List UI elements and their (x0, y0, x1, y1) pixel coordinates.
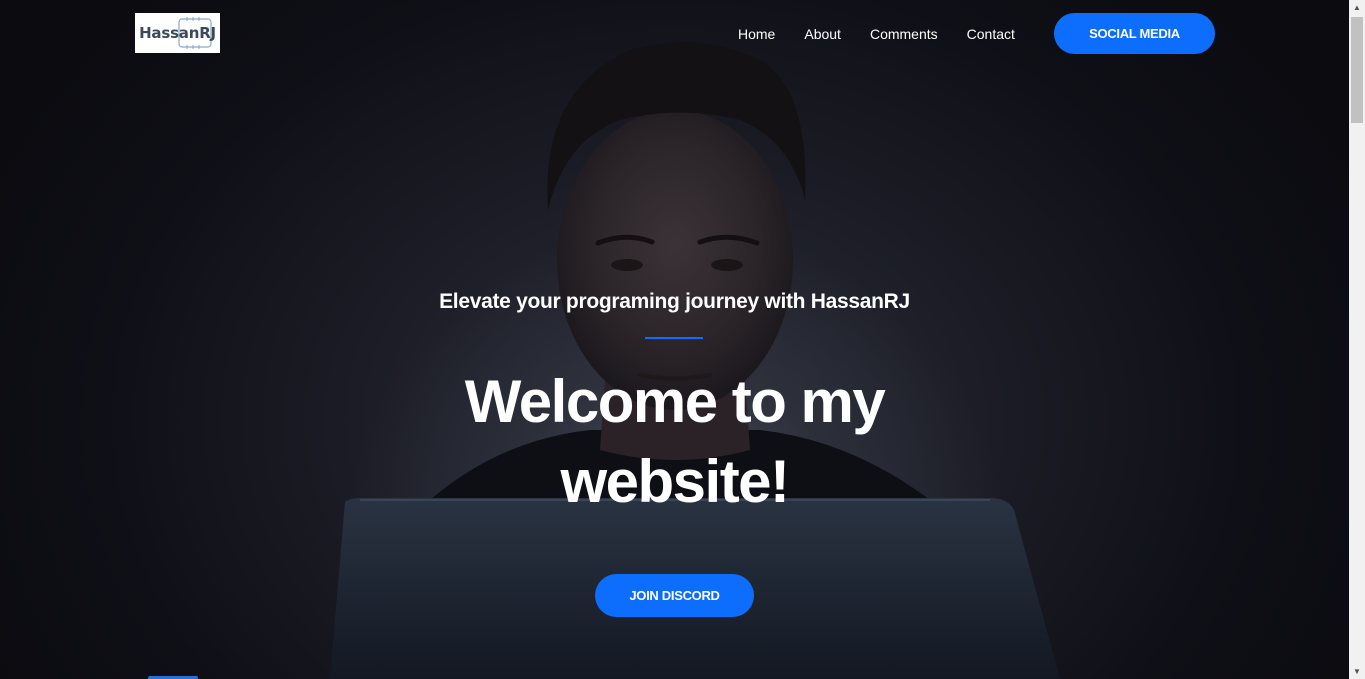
page-scrollbar[interactable]: ▲ ▼ (1349, 0, 1365, 679)
scrollbar-thumb[interactable] (1351, 17, 1363, 123)
site-logo[interactable]: HassanRJ (135, 13, 220, 53)
scroll-up-arrow-icon[interactable]: ▲ (1349, 0, 1365, 15)
scroll-down-arrow-icon[interactable]: ▼ (1349, 664, 1365, 679)
nav-link-contact[interactable]: Contact (967, 25, 1015, 43)
hero-subtitle: Elevate your programing journey with Has… (439, 290, 910, 313)
nav-link-about[interactable]: About (804, 25, 841, 43)
subtitle-divider (645, 337, 703, 339)
hero-heading-line-1: Welcome to my (464, 368, 886, 435)
nav-link-comments[interactable]: Comments (870, 25, 938, 43)
social-media-button[interactable]: SOCIAL MEDIA (1054, 13, 1215, 54)
hero-heading: Welcome to my website! (0, 362, 1349, 522)
main-navigation: Home About Comments Contact (738, 25, 1044, 43)
nav-link-home[interactable]: Home (738, 25, 775, 43)
hero-heading-line-2: website! (560, 448, 790, 515)
logo-text: HassanRJ (139, 24, 216, 42)
join-discord-button[interactable]: JOIN DISCORD (595, 574, 754, 617)
